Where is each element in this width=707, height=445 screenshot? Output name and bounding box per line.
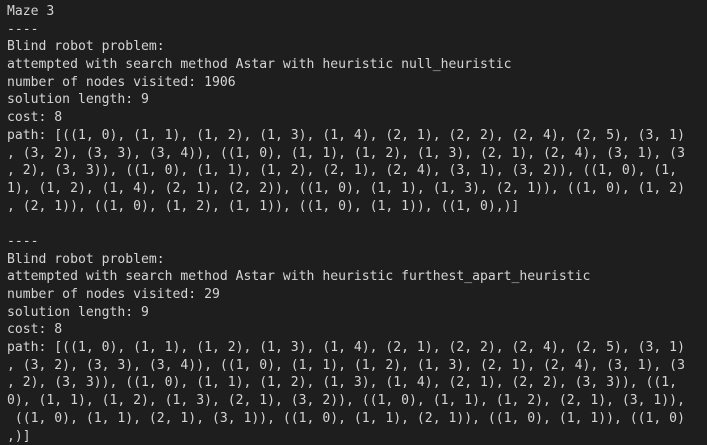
blank-line — [7, 215, 707, 233]
nodes-visited-line: number of nodes visited: 29 — [7, 286, 707, 304]
problem-heading: Blind robot problem: — [7, 251, 707, 269]
maze-title: Maze 3 — [7, 3, 707, 21]
method-line: attempted with search method Astar with … — [7, 56, 707, 74]
separator-line: ---- — [7, 21, 707, 39]
path-line: 0), (1, 1), (1, 2), (1, 3), (2, 1), (3, … — [7, 392, 707, 410]
terminal-output[interactable]: Maze 3 ---- Blind robot problem: attempt… — [0, 0, 707, 437]
path-line: , (2, 1)), ((1, 0), (1, 2), (1, 1)), ((1… — [7, 198, 707, 216]
path-line: ((1, 0), (1, 1), (2, 1), (3, 1)), ((1, 0… — [7, 410, 707, 428]
cost-line: cost: 8 — [7, 321, 707, 339]
path-line: , (3, 2), (3, 3), (3, 4)), ((1, 0), (1, … — [7, 357, 707, 375]
path-line: , 2), (3, 3)), ((1, 0), (1, 1), (1, 2), … — [7, 162, 707, 180]
path-line: , (3, 2), (3, 3), (3, 4)), ((1, 0), (1, … — [7, 145, 707, 163]
solution-length-line: solution length: 9 — [7, 304, 707, 322]
path-line: 1), (1, 2), (1, 4), (2, 1), (2, 2)), ((1… — [7, 180, 707, 198]
solution-length-line: solution length: 9 — [7, 91, 707, 109]
path-line: ,)] — [7, 428, 707, 445]
separator-line: ---- — [7, 233, 707, 251]
problem-heading: Blind robot problem: — [7, 38, 707, 56]
cost-line: cost: 8 — [7, 109, 707, 127]
path-line: path: [((1, 0), (1, 1), (1, 2), (1, 3), … — [7, 339, 707, 357]
path-line: path: [((1, 0), (1, 1), (1, 2), (1, 3), … — [7, 127, 707, 145]
method-line: attempted with search method Astar with … — [7, 268, 707, 286]
nodes-visited-line: number of nodes visited: 1906 — [7, 74, 707, 92]
path-line: , 2), (3, 3)), ((1, 0), (1, 1), (1, 2), … — [7, 374, 707, 392]
